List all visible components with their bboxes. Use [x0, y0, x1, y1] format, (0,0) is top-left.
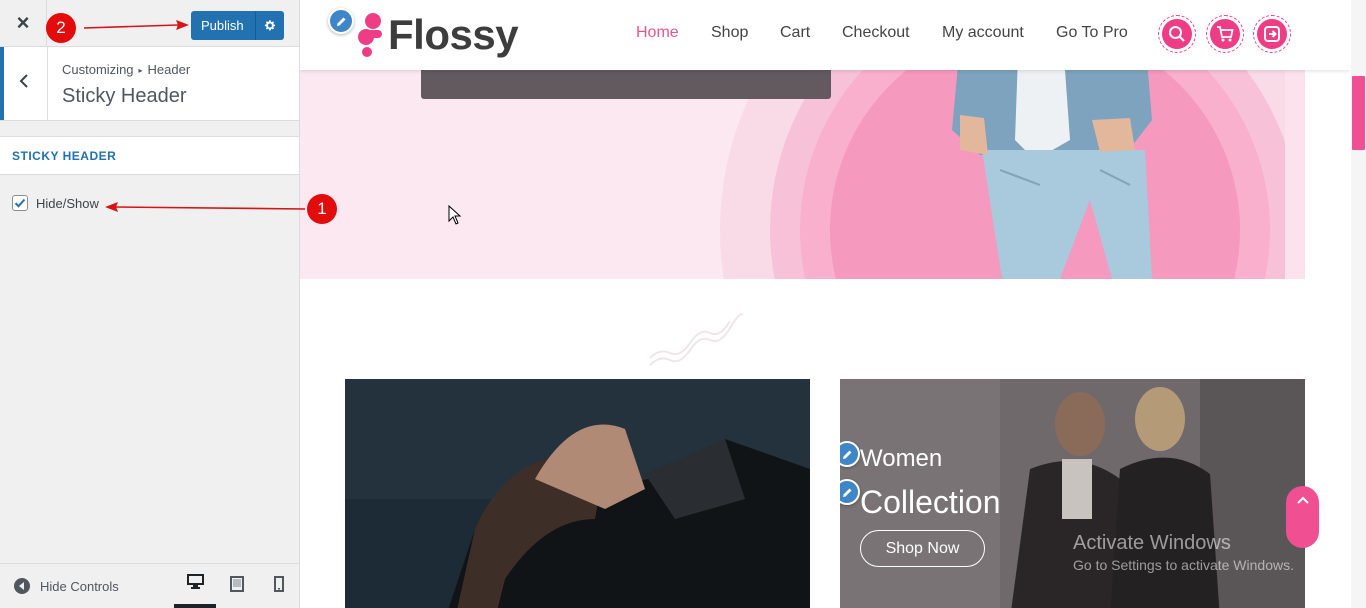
nav-cart[interactable]: Cart [780, 24, 810, 42]
section-header: Customizing ▸ Header Sticky Header [0, 47, 299, 121]
nav-go-to-pro[interactable]: Go To Pro [1056, 24, 1128, 42]
squiggle-divider-icon [649, 313, 744, 366]
search-icon [1162, 19, 1192, 49]
gear-icon[interactable] [256, 19, 284, 32]
nav-checkout[interactable]: Checkout [842, 24, 910, 42]
women-collection-banner[interactable]: Women Collection Shop Now [840, 379, 1305, 608]
chevron-up-icon [1296, 492, 1310, 510]
flossy-logo-icon [358, 13, 382, 57]
cart-button[interactable] [1206, 15, 1244, 53]
men-collection-banner[interactable] [345, 379, 810, 608]
hide-show-label[interactable]: Hide/Show [36, 196, 99, 211]
activate-windows-title: Activate Windows [1073, 532, 1231, 554]
cart-icon [1210, 19, 1240, 49]
logout-button[interactable] [1253, 15, 1291, 53]
hide-controls-button[interactable]: Hide Controls [14, 578, 119, 594]
women-banner-line1: Women [860, 445, 943, 472]
close-customizer-button[interactable]: × [0, 0, 47, 46]
collapse-icon [14, 578, 30, 594]
hide-show-control[interactable]: Hide/Show [12, 195, 99, 211]
shop-now-button[interactable]: Shop Now [860, 530, 985, 567]
mobile-preview-button[interactable] [258, 564, 300, 608]
section-title: Sticky Header [62, 85, 187, 107]
tablet-preview-button[interactable] [216, 564, 258, 608]
nav-my-account[interactable]: My account [942, 24, 1024, 42]
annotation-badge-1: 1 [307, 194, 337, 224]
scroll-to-top-button[interactable] [1286, 486, 1319, 548]
preview-scrollbar[interactable] [1351, 0, 1366, 608]
back-button[interactable] [0, 47, 48, 120]
activate-windows-subtitle: Go to Settings to activate Windows. [1073, 557, 1294, 573]
search-button[interactable] [1158, 15, 1196, 53]
customizer-footer: Hide Controls [0, 563, 299, 608]
pencil-icon[interactable] [328, 8, 354, 34]
nav-home[interactable]: Home [636, 24, 679, 42]
tablet-icon [230, 575, 244, 597]
scrollbar-thumb[interactable] [1352, 76, 1365, 150]
site-logo[interactable]: Flossy [358, 11, 519, 58]
sticky-site-header: Flossy Home Shop Cart Checkout My accoun… [300, 0, 1351, 70]
chevron-left-icon [18, 73, 30, 94]
men-banner-image [345, 379, 810, 608]
desktop-preview-button[interactable] [174, 564, 216, 608]
annotation-badge-2: 2 [46, 13, 76, 43]
caret-right-icon: ▸ [138, 66, 143, 75]
logo-text: Flossy [388, 11, 519, 58]
nav-shop[interactable]: Shop [711, 24, 748, 42]
checkmark-icon [14, 198, 26, 208]
breadcrumb-parent: Customizing [62, 62, 134, 77]
sign-out-icon [1257, 19, 1287, 49]
mouse-cursor-icon [448, 205, 462, 225]
desktop-icon [186, 574, 204, 594]
customizer-sidebar: × Publish Customizing ▸ Header Sticky Head… [0, 0, 300, 608]
panel-title: STICKY HEADER [0, 136, 299, 175]
hide-controls-label: Hide Controls [40, 578, 119, 594]
hide-show-checkbox[interactable] [12, 195, 28, 211]
publish-button[interactable]: Publish [191, 11, 284, 40]
site-preview: Flossy Home Shop Cart Checkout My accoun… [300, 0, 1351, 608]
women-banner-line2: Collection [860, 484, 1001, 520]
mobile-icon [274, 575, 284, 597]
breadcrumb: Customizing ▸ Header [62, 62, 190, 77]
publish-label: Publish [201, 18, 244, 33]
breadcrumb-child: Header [147, 62, 191, 77]
customizer-topbar: × Publish [0, 0, 299, 47]
